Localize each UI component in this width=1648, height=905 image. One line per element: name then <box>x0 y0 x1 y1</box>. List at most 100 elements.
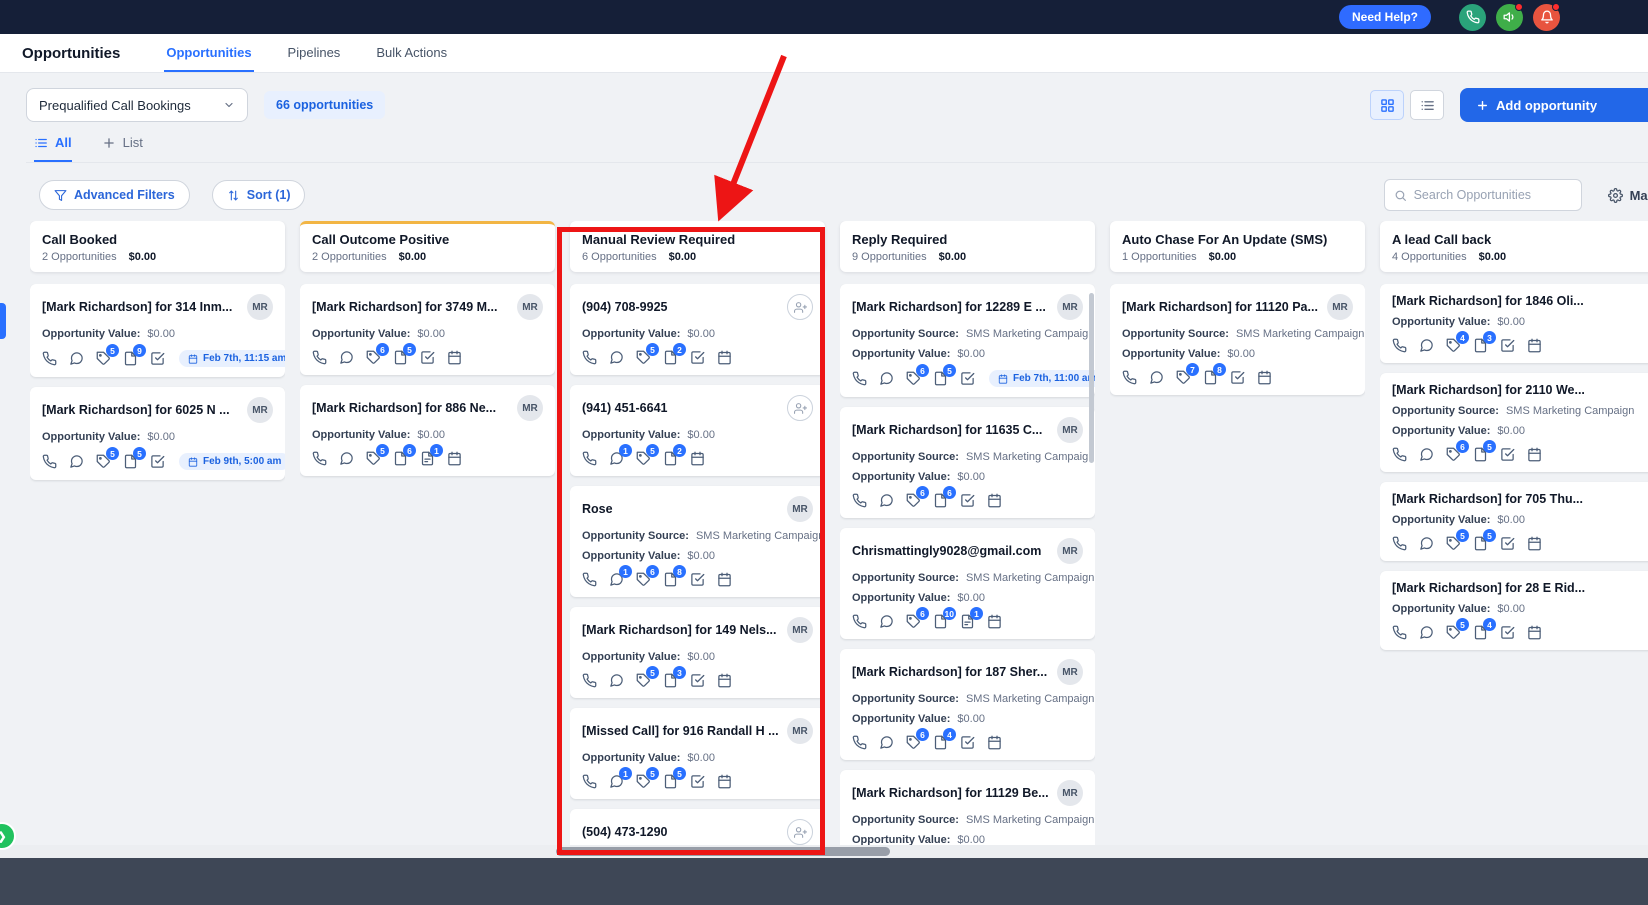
chat-icon[interactable] <box>879 371 894 386</box>
file-icon[interactable]: 3 <box>1473 331 1496 353</box>
opportunity-card[interactable]: [Mark Richardson] for 11120 Pa... MR Oppor… <box>1110 284 1365 395</box>
phone-icon[interactable] <box>582 572 597 587</box>
tab-bulk-actions[interactable]: Bulk Actions <box>374 34 449 72</box>
phone-icon[interactable] <box>852 493 867 508</box>
opportunity-card[interactable]: [Mark Richardson] for 1846 Oli... Opportu… <box>1380 284 1648 363</box>
file-icon[interactable]: 4 <box>933 728 956 750</box>
check-icon[interactable] <box>1500 625 1515 640</box>
advanced-filters-button[interactable]: Advanced Filters <box>39 180 190 210</box>
file-icon[interactable]: 6 <box>933 486 956 508</box>
sort-button[interactable]: Sort (1) <box>211 180 306 210</box>
calendar-icon[interactable] <box>1527 625 1542 640</box>
tag-icon[interactable]: 5 <box>1446 529 1469 551</box>
file-icon[interactable]: 2 <box>663 444 686 466</box>
file-icon[interactable]: 8 <box>1203 363 1226 385</box>
check-icon[interactable] <box>690 572 705 587</box>
check-icon[interactable] <box>150 351 165 366</box>
opportunity-card[interactable]: (904) 708-9925 Opportunity Value: $0.00 5 2 <box>570 284 825 375</box>
file-icon[interactable]: 5 <box>663 767 686 789</box>
search-input[interactable] <box>1413 188 1572 202</box>
need-help-button[interactable]: Need Help? <box>1338 5 1431 29</box>
phone-icon[interactable] <box>1392 536 1407 551</box>
file-icon[interactable]: 3 <box>663 666 686 688</box>
phone-icon[interactable] <box>582 673 597 688</box>
tag-icon[interactable]: 6 <box>906 728 929 750</box>
calendar-icon[interactable] <box>987 493 1002 508</box>
file-icon[interactable]: 10 <box>933 607 956 629</box>
phone-icon[interactable] <box>1392 625 1407 640</box>
calendar-icon[interactable] <box>1527 447 1542 462</box>
opportunity-card[interactable]: [Mark Richardson] for 149 Nels... MR Oppor… <box>570 607 825 698</box>
check-icon[interactable] <box>960 493 975 508</box>
chat-icon[interactable]: 1 <box>609 565 632 587</box>
horizontal-scrollbar-thumb[interactable] <box>556 847 890 856</box>
opportunity-card[interactable]: [Mark Richardson] for 12289 E ... MR Oppor… <box>840 284 1095 397</box>
opportunity-card[interactable]: [Mark Richardson] for 886 Ne... MR Opportu… <box>300 385 555 476</box>
file-icon[interactable]: 5 <box>1473 529 1496 551</box>
tag-icon[interactable]: 5 <box>1446 618 1469 640</box>
tab-pipelines[interactable]: Pipelines <box>286 34 343 72</box>
column-header[interactable]: Reply Required 9 Opportunities $0.00 <box>840 221 1095 272</box>
megaphone-icon[interactable] <box>1496 2 1523 31</box>
check-icon[interactable] <box>1500 447 1515 462</box>
chat-icon[interactable] <box>1149 370 1164 385</box>
chat-icon[interactable] <box>1419 536 1434 551</box>
note-icon[interactable]: 1 <box>960 607 983 629</box>
bell-icon[interactable] <box>1533 2 1560 31</box>
phone-icon[interactable] <box>852 371 867 386</box>
chat-icon[interactable]: 1 <box>609 444 632 466</box>
check-icon[interactable] <box>1500 536 1515 551</box>
chat-icon[interactable] <box>1419 625 1434 640</box>
calendar-icon[interactable] <box>447 350 462 365</box>
list-view-button[interactable] <box>1410 90 1444 120</box>
tag-icon[interactable]: 5 <box>636 666 659 688</box>
phone-icon[interactable] <box>1392 447 1407 462</box>
calendar-icon[interactable] <box>447 451 462 466</box>
opportunity-card[interactable]: [Mark Richardson] for 3749 M... MR Opportu… <box>300 284 555 375</box>
file-icon[interactable]: 5 <box>393 343 416 365</box>
file-icon[interactable]: 9 <box>123 344 146 366</box>
add-opportunity-button[interactable]: Add opportunity <box>1460 88 1648 122</box>
chat-icon[interactable] <box>69 454 84 469</box>
tag-icon[interactable]: 7 <box>1176 363 1199 385</box>
calendar-icon[interactable] <box>717 350 732 365</box>
column-header[interactable]: Manual Review Required 6 Opportunities $0.… <box>570 221 825 272</box>
opportunity-card[interactable]: [Mark Richardson] for 187 Sher... MR Oppor… <box>840 649 1095 760</box>
check-icon[interactable] <box>1500 338 1515 353</box>
check-icon[interactable] <box>690 673 705 688</box>
column-header[interactable]: Auto Chase For An Update (SMS) 1 Opportun… <box>1110 221 1365 272</box>
chat-icon[interactable] <box>339 451 354 466</box>
chat-icon[interactable]: 1 <box>609 767 632 789</box>
calendar-icon[interactable] <box>717 572 732 587</box>
column-header[interactable]: A lead Call back 4 Opportunities $0.00 <box>1380 221 1648 272</box>
tag-icon[interactable]: 5 <box>96 344 119 366</box>
tag-icon[interactable]: 6 <box>906 607 929 629</box>
calendar-icon[interactable] <box>987 735 1002 750</box>
column-header[interactable]: Call Outcome Positive 2 Opportunities $0.0… <box>300 221 555 272</box>
opportunity-card[interactable]: [Mark Richardson] for 2110 We... Opportun… <box>1380 373 1648 472</box>
check-icon[interactable] <box>960 735 975 750</box>
file-icon[interactable]: 5 <box>1473 440 1496 462</box>
note-icon[interactable]: 1 <box>420 444 443 466</box>
calendar-icon[interactable] <box>690 451 705 466</box>
grid-view-button[interactable] <box>1370 90 1404 120</box>
check-icon[interactable] <box>150 454 165 469</box>
check-icon[interactable] <box>960 371 975 386</box>
file-icon[interactable]: 5 <box>123 447 146 469</box>
chat-icon[interactable] <box>609 673 624 688</box>
file-icon[interactable]: 2 <box>663 343 686 365</box>
phone-icon[interactable] <box>312 451 327 466</box>
phone-icon[interactable] <box>852 614 867 629</box>
phone-icon[interactable] <box>42 454 57 469</box>
tag-icon[interactable]: 6 <box>906 486 929 508</box>
check-icon[interactable] <box>1230 370 1245 385</box>
opportunity-card[interactable]: [Mark Richardson] for 11635 C... MR Opport… <box>840 407 1095 518</box>
chat-icon[interactable] <box>1419 447 1434 462</box>
tag-icon[interactable]: 6 <box>366 343 389 365</box>
calendar-icon[interactable] <box>717 673 732 688</box>
tag-icon[interactable]: 6 <box>636 565 659 587</box>
phone-icon[interactable] <box>1122 370 1137 385</box>
tag-icon[interactable]: 4 <box>1446 331 1469 353</box>
tag-icon[interactable]: 5 <box>636 444 659 466</box>
opportunity-card[interactable]: Chrismattingly9028@gmail.com MR Opportunit… <box>840 528 1095 639</box>
